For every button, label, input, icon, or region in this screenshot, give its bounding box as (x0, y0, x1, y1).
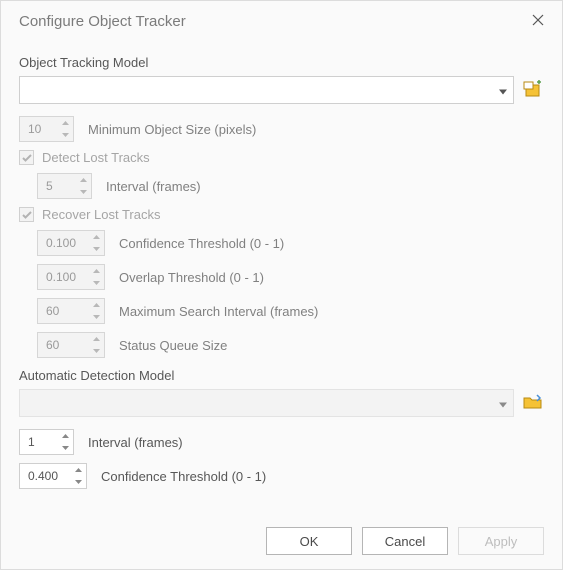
recover-max-search-label: Maximum Search Interval (frames) (119, 304, 318, 319)
recover-overlap-value: 0.100 (46, 270, 76, 284)
recover-overlap-input[interactable]: 0.100 (37, 264, 105, 290)
title-bar: Configure Object Tracker (1, 1, 562, 41)
object-tracking-model-label: Object Tracking Model (19, 55, 544, 70)
ok-button[interactable]: OK (266, 527, 352, 555)
recover-confidence-label: Confidence Threshold (0 - 1) (119, 236, 284, 251)
spinner-up-icon (70, 464, 86, 476)
recover-lost-tracks-label: Recover Lost Tracks (42, 207, 161, 222)
spinner-down-icon (88, 345, 104, 357)
spinner-up-icon (75, 174, 91, 186)
auto-interval-label: Interval (frames) (88, 435, 183, 450)
spinner-up-icon (57, 117, 73, 129)
spinner-up-icon (57, 430, 73, 442)
spinner-buttons[interactable] (88, 299, 104, 323)
auto-interval-input[interactable]: 1 (19, 429, 74, 455)
close-icon (532, 13, 544, 29)
dialog-title: Configure Object Tracker (19, 13, 524, 30)
minimum-object-size-input[interactable]: 10 (19, 116, 74, 142)
cancel-button[interactable]: Cancel (362, 527, 448, 555)
spinner-buttons[interactable] (70, 464, 86, 488)
apply-button[interactable]: Apply (458, 527, 544, 555)
recover-confidence-value: 0.100 (46, 236, 76, 250)
dropdown-caret-icon (499, 83, 507, 98)
dropdown-caret-icon (499, 396, 507, 411)
recover-overlap-label: Overlap Threshold (0 - 1) (119, 270, 264, 285)
browse-model-button[interactable] (522, 392, 544, 414)
detect-interval-value: 5 (46, 179, 53, 193)
spinner-down-icon (70, 476, 86, 488)
auto-confidence-label: Confidence Threshold (0 - 1) (101, 469, 266, 484)
recover-max-search-input[interactable]: 60 (37, 298, 105, 324)
detect-interval-label: Interval (frames) (106, 179, 201, 194)
spinner-down-icon (88, 243, 104, 255)
open-folder-icon (523, 394, 543, 413)
auto-interval-value: 1 (28, 435, 35, 449)
spinner-buttons[interactable] (88, 265, 104, 289)
object-tracking-model-dropdown[interactable] (19, 76, 514, 104)
minimum-object-size-label: Minimum Object Size (pixels) (88, 122, 256, 137)
recover-confidence-input[interactable]: 0.100 (37, 230, 105, 256)
spinner-down-icon (88, 277, 104, 289)
spinner-up-icon (88, 333, 104, 345)
detect-interval-input[interactable]: 5 (37, 173, 92, 199)
recover-queue-label: Status Queue Size (119, 338, 227, 353)
close-button[interactable] (524, 7, 552, 35)
dialog-content: Object Tracking Model (1, 41, 562, 517)
minimum-object-size-value: 10 (28, 122, 41, 136)
add-model-button[interactable] (522, 79, 544, 101)
spinner-down-icon (88, 311, 104, 323)
recover-max-search-value: 60 (46, 304, 59, 318)
automatic-detection-model-dropdown[interactable] (19, 389, 514, 417)
automatic-detection-model-label: Automatic Detection Model (19, 368, 544, 383)
spinner-down-icon (75, 186, 91, 198)
spinner-buttons[interactable] (57, 430, 73, 454)
spinner-up-icon (88, 265, 104, 277)
spinner-buttons[interactable] (88, 333, 104, 357)
checkmark-icon (22, 207, 32, 222)
auto-confidence-value: 0.400 (28, 469, 58, 483)
deep-learning-model-icon (523, 80, 543, 101)
spinner-buttons[interactable] (75, 174, 91, 198)
recover-lost-tracks-checkbox[interactable] (19, 207, 34, 222)
spinner-up-icon (88, 299, 104, 311)
checkmark-icon (22, 150, 32, 165)
auto-confidence-input[interactable]: 0.400 (19, 463, 87, 489)
spinner-down-icon (57, 129, 73, 141)
detect-lost-tracks-checkbox[interactable] (19, 150, 34, 165)
spinner-buttons[interactable] (88, 231, 104, 255)
recover-lost-tracks-checkbox-row[interactable]: Recover Lost Tracks (19, 207, 544, 222)
detect-lost-tracks-checkbox-row[interactable]: Detect Lost Tracks (19, 150, 544, 165)
spinner-buttons[interactable] (57, 117, 73, 141)
configure-object-tracker-dialog: Configure Object Tracker Object Tracking… (0, 0, 563, 570)
recover-queue-value: 60 (46, 338, 59, 352)
dialog-button-bar: OK Cancel Apply (1, 517, 562, 569)
recover-queue-input[interactable]: 60 (37, 332, 105, 358)
spinner-down-icon (57, 442, 73, 454)
detect-lost-tracks-label: Detect Lost Tracks (42, 150, 150, 165)
spinner-up-icon (88, 231, 104, 243)
